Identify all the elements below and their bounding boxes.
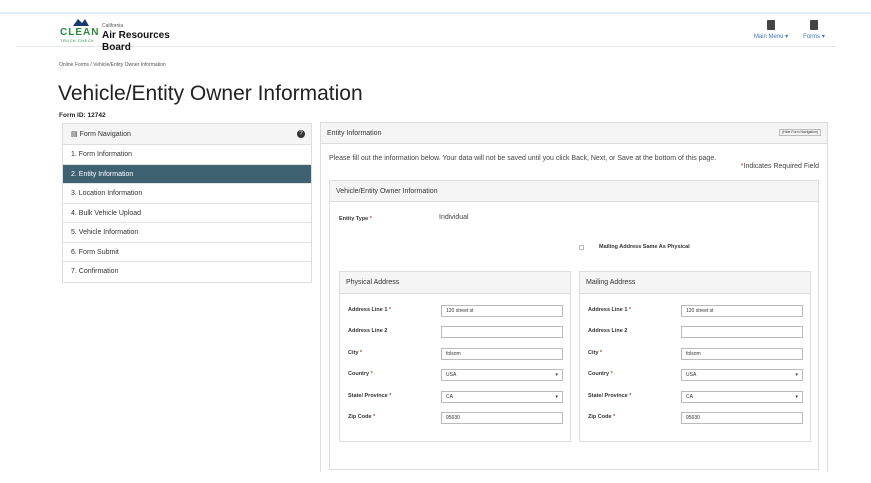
entity-information-panel: Entity Information [Hide Form Navigation… <box>320 122 828 472</box>
form-navigation-header: ▤ Form Navigation ? <box>63 124 311 145</box>
owner-information-panel: Vehicle/Entity Owner Information Entity … <box>329 180 819 470</box>
list-icon: ▤ <box>71 131 78 138</box>
physical-zip-label: Zip Code * <box>348 414 375 420</box>
forms-icon <box>810 20 818 30</box>
entity-type-value: Individual <box>439 214 469 221</box>
required-asterisk: * <box>389 393 392 399</box>
logo-board-text: Air Resources Board <box>102 30 170 53</box>
select-value: CA <box>686 394 693 400</box>
clean-truck-check-logo[interactable]: CLEAN TRUCK CHECK California Air Resourc… <box>60 17 200 53</box>
label-text: State/ Province <box>588 393 628 399</box>
intro-text: Please fill out the information below. Y… <box>329 155 717 162</box>
nav-item-location-information[interactable]: 3. Location Information <box>63 184 311 204</box>
label-text: Address Line 1 <box>588 307 628 313</box>
chevron-down-icon: ▾ <box>555 394 558 400</box>
chevron-down-icon: ▾ <box>795 394 798 400</box>
physical-address-line-2-label: Address Line 2 <box>348 328 388 334</box>
required-asterisk: * <box>610 371 613 377</box>
same-as-physical-checkbox[interactable] <box>579 245 584 250</box>
nav-item-form-submit[interactable]: 6. Form Submit <box>63 243 311 262</box>
forms-label: Forms <box>803 34 821 40</box>
physical-state-label: State/ Province * <box>348 393 391 399</box>
physical-address-title: Physical Address <box>340 272 570 294</box>
label-text: Country <box>348 371 370 377</box>
main-menu-button[interactable]: Main Menu ▾ <box>751 20 791 40</box>
help-icon[interactable]: ? <box>297 130 305 138</box>
physical-state-select[interactable]: CA ▾ <box>441 391 563 403</box>
page-title: Vehicle/Entity Owner Information <box>58 82 363 105</box>
label-text: City <box>348 350 359 356</box>
mailing-address-line-2-label: Address Line 2 <box>588 328 628 334</box>
required-asterisk: * <box>613 414 616 420</box>
mailing-zip-label: Zip Code * <box>588 414 615 420</box>
label-text: Zip Code <box>348 414 372 420</box>
hide-form-navigation-button[interactable]: [Hide Form Navigation] <box>779 129 821 136</box>
mailing-city-input[interactable]: folsom <box>681 348 803 360</box>
physical-city-input[interactable]: folsom <box>441 348 563 360</box>
site-header: CLEAN TRUCK CHECK California Air Resourc… <box>17 14 836 53</box>
chevron-down-icon: ▾ <box>555 372 558 378</box>
physical-zip-input[interactable]: 95630 <box>441 412 563 424</box>
mailing-city-label: City * <box>588 350 602 356</box>
logo-clean-text: CLEAN <box>60 27 100 38</box>
chevron-down-icon: ▾ <box>795 372 798 378</box>
select-value: USA <box>686 372 697 378</box>
select-value: USA <box>446 372 457 378</box>
entity-information-title: Entity Information <box>327 130 382 137</box>
label-text: Country <box>588 371 610 377</box>
label-text: State/ Province <box>348 393 388 399</box>
form-navigation-title: Form Navigation <box>79 131 131 138</box>
entity-information-header: Entity Information [Hide Form Navigation… <box>321 123 827 144</box>
owner-information-header: Vehicle/Entity Owner Information <box>330 181 818 202</box>
required-field-note: *Indicates Required Field <box>741 163 819 170</box>
nav-item-confirmation[interactable]: 7. Confirmation <box>63 262 311 282</box>
required-asterisk: * <box>370 371 373 377</box>
mailing-address-line-1-input[interactable]: 120 street st <box>681 305 803 317</box>
physical-city-label: City * <box>348 350 362 356</box>
label-text: City <box>588 350 599 356</box>
main-menu-label: Main Menu <box>753 34 784 40</box>
logo-state-text: California <box>102 23 124 29</box>
required-asterisk: * <box>388 307 392 313</box>
mailing-state-select[interactable]: CA ▾ <box>681 391 803 403</box>
mailing-address-panel: Mailing Address Address Line 1 * 120 str… <box>579 271 811 442</box>
mailing-country-select[interactable]: USA ▾ <box>681 369 803 381</box>
truck-icon <box>73 19 89 26</box>
mailing-address-line-1-label: Address Line 1 * <box>588 307 631 313</box>
mailing-address-line-2-input[interactable] <box>681 326 803 338</box>
mailing-country-label: Country * <box>588 371 613 377</box>
required-asterisk: * <box>629 393 632 399</box>
required-asterisk: * <box>369 216 372 222</box>
label-text: Address Line 1 <box>348 307 388 313</box>
physical-address-line-1-input[interactable]: 120 street st <box>441 305 563 317</box>
mailing-zip-input[interactable]: 95630 <box>681 412 803 424</box>
mailing-state-label: State/ Province * <box>588 393 631 399</box>
forms-menu-button[interactable]: Forms ▾ <box>794 20 834 40</box>
nav-item-bulk-vehicle-upload[interactable]: 4. Bulk Vehicle Upload <box>63 204 311 223</box>
physical-country-select[interactable]: USA ▾ <box>441 369 563 381</box>
form-id: Form ID: 12742 <box>59 112 106 119</box>
physical-address-line-2-input[interactable] <box>441 326 563 338</box>
required-asterisk: * <box>628 307 632 313</box>
form-navigation: ▤ Form Navigation ? 1. Form Information … <box>62 123 312 283</box>
same-as-physical-label: Mailing Address Same As Physical <box>599 244 690 250</box>
physical-address-line-1-label: Address Line 1 * <box>348 307 391 313</box>
mailing-address-title: Mailing Address <box>580 272 810 294</box>
main-menu-icon <box>767 20 775 30</box>
nav-item-form-information[interactable]: 1. Form Information <box>63 145 311 165</box>
logo-truck-check-text: TRUCK CHECK <box>60 38 95 43</box>
select-value: CA <box>446 394 453 400</box>
entity-type-label: Entity Type * <box>339 216 372 222</box>
nav-item-entity-information[interactable]: 2. Entity Information <box>63 164 311 184</box>
physical-address-panel: Physical Address Address Line 1 * 120 st… <box>339 271 571 442</box>
required-note-text: Indicates Required Field <box>743 163 820 170</box>
breadcrumb[interactable]: Online Forms / Vehicle/Entity Owner Info… <box>59 62 166 68</box>
nav-item-vehicle-information[interactable]: 5. Vehicle Information <box>63 223 311 243</box>
physical-country-label: Country * <box>348 371 373 377</box>
required-asterisk: * <box>359 350 363 356</box>
required-asterisk: * <box>599 350 603 356</box>
label-text: Zip Code <box>588 414 612 420</box>
required-asterisk: * <box>373 414 376 420</box>
entity-type-label-text: Entity Type <box>339 216 369 222</box>
